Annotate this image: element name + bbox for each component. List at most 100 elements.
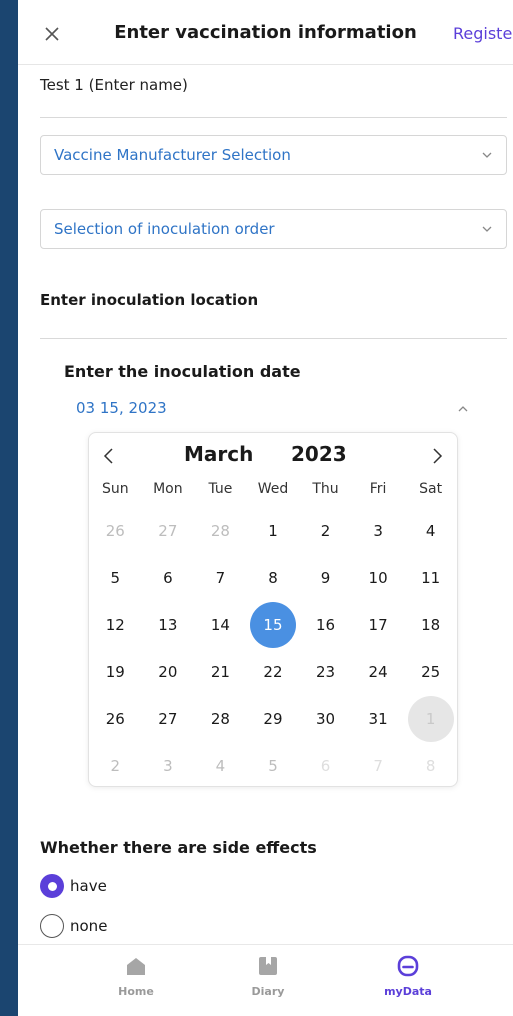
- calendar-day[interactable]: 4: [194, 742, 247, 789]
- day-number: 11: [421, 568, 441, 587]
- calendar-day[interactable]: 27: [142, 507, 195, 554]
- nav-mydata[interactable]: myData: [368, 955, 448, 998]
- calendar-day[interactable]: 8: [247, 554, 300, 601]
- name-field[interactable]: Test 1 (Enter name): [40, 76, 505, 94]
- calendar-day[interactable]: 31: [352, 695, 405, 742]
- nav-diary[interactable]: Diary: [228, 955, 308, 998]
- diary-icon: [259, 957, 277, 975]
- calendar-day[interactable]: 1: [247, 507, 300, 554]
- chevron-down-icon: [482, 152, 492, 158]
- weekday-header: Sun Mon Tue Wed Thu Fri Sat: [89, 479, 457, 499]
- date-picker-calendar: March 2023 Sun Mon Tue Wed Thu Fri Sat 2…: [88, 432, 458, 787]
- calendar-day[interactable]: 4: [404, 507, 457, 554]
- day-number: 26: [105, 709, 125, 728]
- calendar-week: 26 27 28 29 30 31 1: [89, 695, 457, 742]
- calendar-day[interactable]: 18: [404, 601, 457, 648]
- calendar-day[interactable]: 8: [404, 742, 457, 789]
- day-number: 3: [163, 756, 173, 775]
- calendar-day[interactable]: 7: [352, 742, 405, 789]
- calendar-day[interactable]: 3: [352, 507, 405, 554]
- calendar-day[interactable]: 26: [89, 695, 142, 742]
- day-number: 21: [210, 662, 230, 681]
- calendar-day[interactable]: 21: [194, 648, 247, 695]
- day-number: 25: [421, 662, 441, 681]
- day-number: 9: [320, 568, 331, 587]
- order-select[interactable]: Selection of inoculation order: [40, 209, 507, 249]
- calendar-week: 2 3 4 5 6 7 8: [89, 742, 457, 789]
- radio-label: have: [70, 877, 107, 895]
- calendar-day-today[interactable]: 1: [404, 695, 457, 742]
- day-number: 10: [368, 568, 388, 587]
- calendar-month[interactable]: March: [184, 442, 253, 466]
- day-number: 13: [158, 615, 178, 634]
- nav-label: myData: [384, 985, 432, 998]
- calendar-day[interactable]: 6: [299, 742, 352, 789]
- day-number: 8: [425, 756, 436, 775]
- chevron-down-icon: [482, 226, 492, 232]
- day-number: 5: [110, 568, 121, 587]
- weekday-label: Mon: [153, 481, 183, 497]
- page-title: Enter vaccination information: [114, 22, 417, 43]
- weekday-label: Sat: [419, 481, 443, 497]
- register-button[interactable]: Register: [453, 24, 513, 43]
- calendar-day[interactable]: 3: [142, 742, 195, 789]
- calendar-grid: Sun Mon Tue Wed Thu Fri Sat 26 27 28 1 2…: [89, 479, 457, 789]
- day-number: 27: [158, 709, 178, 728]
- chevron-left-icon[interactable]: [99, 445, 119, 467]
- bottom-nav: Home Diary myData: [18, 944, 513, 1016]
- calendar-week: 26 27 28 1 2 3 4: [89, 507, 457, 554]
- calendar-year[interactable]: 2023: [291, 442, 347, 466]
- chevron-up-icon[interactable]: [456, 402, 470, 416]
- calendar-day[interactable]: 13: [142, 601, 195, 648]
- day-number: 22: [263, 662, 283, 681]
- date-label: Enter the inoculation date: [64, 362, 301, 381]
- day-number: 28: [210, 521, 230, 540]
- day-number: 15: [249, 601, 296, 648]
- day-number: 27: [158, 521, 178, 540]
- calendar-day[interactable]: 10: [352, 554, 405, 601]
- calendar-day[interactable]: 28: [194, 695, 247, 742]
- day-number: 24: [368, 662, 388, 681]
- calendar-week: 5 6 7 8 9 10 11: [89, 554, 457, 601]
- day-number: 16: [315, 615, 336, 634]
- date-value[interactable]: 03 15, 2023: [76, 399, 167, 417]
- calendar-day[interactable]: 29: [247, 695, 300, 742]
- calendar-day[interactable]: 12: [89, 601, 142, 648]
- calendar-day[interactable]: 17: [352, 601, 405, 648]
- calendar-day[interactable]: 23: [299, 648, 352, 695]
- chevron-right-icon[interactable]: [427, 445, 447, 467]
- calendar-day[interactable]: 14: [194, 601, 247, 648]
- frame-left: [0, 0, 18, 1016]
- calendar-day[interactable]: 5: [247, 742, 300, 789]
- calendar-day[interactable]: 20: [142, 648, 195, 695]
- divider: [40, 117, 507, 118]
- calendar-day[interactable]: 16: [299, 601, 352, 648]
- radio-label: none: [70, 917, 108, 935]
- calendar-day[interactable]: 6: [142, 554, 195, 601]
- nav-home[interactable]: Home: [96, 955, 176, 998]
- calendar-day[interactable]: 2: [89, 742, 142, 789]
- calendar-day[interactable]: 26: [89, 507, 142, 554]
- calendar-day[interactable]: 5: [89, 554, 142, 601]
- location-field[interactable]: Enter inoculation location: [40, 291, 258, 309]
- calendar-day[interactable]: 24: [352, 648, 405, 695]
- calendar-day[interactable]: 30: [299, 695, 352, 742]
- nav-label: Home: [118, 985, 154, 998]
- weekday-label: Thu: [312, 481, 339, 497]
- calendar-day[interactable]: 11: [404, 554, 457, 601]
- calendar-day[interactable]: 25: [404, 648, 457, 695]
- calendar-day[interactable]: 7: [194, 554, 247, 601]
- radio-none[interactable]: none: [40, 914, 107, 938]
- calendar-day[interactable]: 19: [89, 648, 142, 695]
- day-number: 2: [320, 521, 331, 540]
- calendar-day[interactable]: 9: [299, 554, 352, 601]
- calendar-day-selected[interactable]: 15: [247, 601, 300, 648]
- calendar-day[interactable]: 27: [142, 695, 195, 742]
- side-effects-title: Whether there are side effects: [40, 838, 317, 857]
- calendar-day[interactable]: 28: [194, 507, 247, 554]
- manufacturer-select[interactable]: Vaccine Manufacturer Selection: [40, 135, 507, 175]
- day-number: 20: [158, 662, 178, 681]
- calendar-day[interactable]: 22: [247, 648, 300, 695]
- radio-have[interactable]: have: [40, 874, 107, 898]
- calendar-day[interactable]: 2: [299, 507, 352, 554]
